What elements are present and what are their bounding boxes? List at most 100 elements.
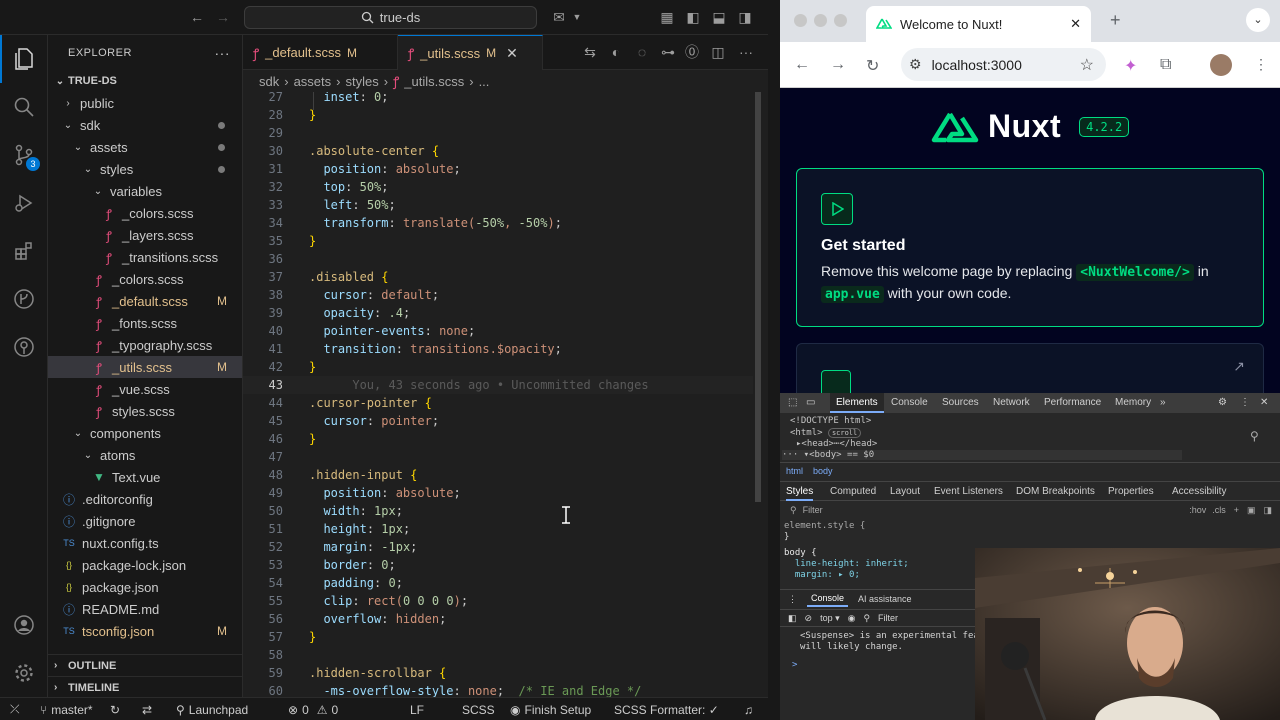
new-tab-icon[interactable]: +	[1110, 10, 1121, 31]
address-bar[interactable]: ⚙ localhost:3000 ☆	[901, 48, 1106, 81]
code-line[interactable]: 45 cursor: pointer;	[243, 412, 753, 430]
tab-elements[interactable]: Elements	[830, 393, 884, 413]
dom-head[interactable]: ▸<head>⋯</head>	[796, 439, 877, 449]
tree-file[interactable]: ⓘ .editorconfig	[48, 488, 242, 510]
crumb-html[interactable]: html	[786, 466, 803, 476]
tree-file[interactable]: TS tsconfig.json M	[48, 620, 242, 642]
docs-card[interactable]: ↗	[796, 343, 1264, 393]
extensions-icon[interactable]	[0, 227, 48, 275]
code-line[interactable]: 37 .disabled {	[243, 268, 753, 286]
tree-folder[interactable]: ⌄ atoms	[48, 444, 242, 466]
dom-body-selected[interactable]: ··· ▾<body> == $0	[782, 450, 1182, 460]
window-close-button[interactable]	[794, 14, 807, 27]
open-revision-icon[interactable]: ◌	[633, 43, 651, 61]
breadcrumb-sdk[interactable]: sdk	[259, 74, 279, 89]
inspect-element-icon[interactable]: ⬚	[788, 393, 797, 413]
code-line[interactable]: 46}	[243, 430, 753, 448]
reload-icon[interactable]: ↻	[866, 56, 879, 76]
compare-icon[interactable]: ⇄	[142, 698, 152, 720]
sync-icon[interactable]: ↻	[110, 698, 120, 720]
more-tabs-icon[interactable]: »	[1160, 393, 1166, 413]
tree-file[interactable]: ⓘ .gitignore	[48, 510, 242, 532]
toggle-sidebar-icon[interactable]: ◧	[684, 8, 702, 26]
run-debug-icon[interactable]	[0, 179, 48, 227]
styles-filter-input[interactable]: Filter	[803, 505, 823, 515]
console-filter-input[interactable]: Filter	[878, 613, 898, 623]
computed-toggle-icon[interactable]: ▣	[1247, 505, 1256, 516]
code-line[interactable]: 36	[243, 250, 753, 268]
code-line[interactable]: 44 .cursor-pointer {	[243, 394, 753, 412]
breadcrumb-file[interactable]: _utils.scss	[404, 74, 464, 89]
drawer-tab-ai-assistance[interactable]: AI assistance	[858, 594, 912, 604]
open-changes-icon[interactable]: ⇆	[581, 43, 599, 61]
code-line[interactable]: 52 margin: -1px;	[243, 538, 753, 556]
toggle-secondary-sidebar-icon[interactable]: ◨	[736, 8, 754, 26]
tab-console[interactable]: Console	[891, 393, 928, 413]
code-line[interactable]: 41 transition: transitions.$opacity;	[243, 340, 753, 358]
manage-gear-icon[interactable]	[0, 649, 48, 697]
breadcrumb-styles[interactable]: styles	[346, 74, 379, 89]
clear-console-icon[interactable]: ⊘	[805, 613, 813, 624]
tab-accessibility[interactable]: Accessibility	[1172, 482, 1226, 501]
code-line[interactable]: 42}	[243, 358, 753, 376]
devtools-menu-icon[interactable]: ⋮	[1240, 393, 1250, 413]
console-sidebar-icon[interactable]: ◧	[788, 613, 797, 624]
code-editor[interactable]: 27 inset: 0; 28} 29 30 .absolute-center {31 …	[243, 92, 768, 697]
tree-file[interactable]: ꝭ _vue.scss	[48, 378, 242, 400]
code-line[interactable]: 29	[243, 124, 753, 142]
language-indicator[interactable]: SCSS	[462, 698, 495, 720]
breadcrumb-assets[interactable]: assets	[294, 74, 332, 89]
close-icon[interactable]: ✕	[506, 45, 518, 62]
tree-file[interactable]: ꝭ styles.scss	[48, 400, 242, 422]
back-arrow-icon[interactable]: ←	[794, 56, 810, 74]
cls-toggle[interactable]: .cls	[1212, 505, 1226, 515]
code-line[interactable]: 57}	[243, 628, 753, 646]
more-actions-icon[interactable]: ···	[737, 43, 755, 61]
launchpad-item[interactable]: ⚲ Launchpad	[176, 698, 248, 720]
problems-indicator[interactable]: ⊗ 0 ⚠ 0	[288, 698, 338, 720]
editor-scrollbar[interactable]	[755, 92, 761, 502]
tab-memory[interactable]: Memory	[1115, 393, 1151, 413]
tab-sources[interactable]: Sources	[942, 393, 979, 413]
tree-folder[interactable]: ⌄ components	[48, 422, 242, 444]
tree-file[interactable]: ꝭ _fonts.scss	[48, 312, 242, 334]
profile-avatar[interactable]	[1210, 54, 1232, 76]
open-file-history-icon[interactable]: ⊶	[659, 43, 677, 61]
code-line[interactable]: 56 overflow: hidden;	[243, 610, 753, 628]
code-line[interactable]: 31 position: absolute;	[243, 160, 753, 178]
search-icon[interactable]	[0, 83, 48, 131]
drawer-menu-icon[interactable]: ⋮	[788, 594, 797, 605]
forward-arrow-icon[interactable]: →	[830, 56, 846, 74]
code-line[interactable]: 32 top: 50%;	[243, 178, 753, 196]
code-line[interactable]: 48 .hidden-input {	[243, 466, 753, 484]
code-line[interactable]: 47	[243, 448, 753, 466]
code-line[interactable]: 38 cursor: default;	[243, 286, 753, 304]
tree-folder[interactable]: ⌄ variables	[48, 180, 242, 202]
extensions-puzzle-icon[interactable]: ⧉	[1160, 56, 1171, 74]
tab-computed[interactable]: Computed	[830, 482, 876, 501]
tree-folder[interactable]: ⌄ assets	[48, 136, 242, 158]
finish-setup-item[interactable]: ◉ Finish Setup	[510, 698, 591, 720]
notifications-bell-icon[interactable]: ♫	[744, 698, 753, 720]
previous-change-icon[interactable]: ◐	[607, 43, 625, 61]
code-line[interactable]: 35}	[243, 232, 753, 250]
crumb-body[interactable]: body	[813, 466, 833, 476]
tree-file[interactable]: TS nuxt.config.ts	[48, 532, 242, 554]
remote-icon[interactable]: ⤫	[10, 698, 20, 720]
code-line[interactable]: 49 position: absolute;	[243, 484, 753, 502]
tree-file[interactable]: ⓘ README.md	[48, 598, 242, 620]
tab-layout[interactable]: Layout	[890, 482, 920, 501]
code-line[interactable]: 58	[243, 646, 753, 664]
split-editor-icon[interactable]: ◫	[709, 43, 727, 61]
tree-folder[interactable]: ⌄ sdk	[48, 114, 242, 136]
close-icon[interactable]: ✕	[1070, 16, 1081, 32]
account-icon[interactable]	[0, 601, 48, 649]
dom-doctype[interactable]: <!DOCTYPE html>	[790, 416, 871, 426]
code-line[interactable]: 27 inset: 0;	[243, 92, 753, 106]
console-prompt[interactable]: >	[792, 660, 797, 670]
breadcrumb-symbol[interactable]: ...	[479, 74, 490, 89]
dom-html[interactable]: <html> scroll	[790, 428, 862, 438]
tab-network[interactable]: Network	[993, 393, 1030, 413]
timeline-section[interactable]: › TIMELINE	[48, 676, 242, 697]
tree-file[interactable]: {} package-lock.json	[48, 554, 242, 576]
